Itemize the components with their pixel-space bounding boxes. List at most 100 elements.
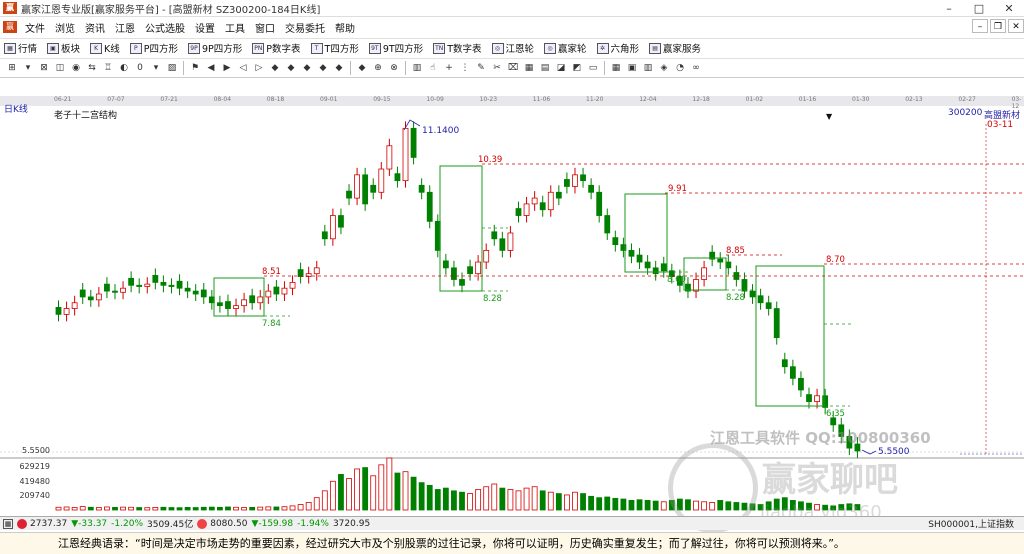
candle-body [467,266,473,275]
toolbar-tool-icon[interactable]: ⚑ [189,62,201,74]
toolbar-tool-icon[interactable]: ◀ [205,62,217,74]
toolbar-tool-icon[interactable]: ♖ [102,62,114,74]
toolbar-tool-icon[interactable]: ◩ [571,62,583,74]
toolbar-tool-icon[interactable]: ▨ [166,62,178,74]
toolbar-tool-icon[interactable]: ⋮ [459,62,471,74]
volume-bar [63,506,70,511]
funcbar-label: 江恩轮 [505,44,535,55]
mdi-restore-button[interactable]: ❐ [990,19,1006,33]
sz-index-value[interactable]: 8080.50 [210,519,247,529]
volume-bar [475,489,482,511]
candle-body [257,296,264,304]
funcbar-item-12[interactable]: ▤ 赢家服务 [645,41,701,55]
sh-index-value[interactable]: 2737.37 [30,519,67,529]
toolbar-tool-icon[interactable]: ◁ [237,62,249,74]
grid-icon[interactable]: ▦ [3,518,13,529]
toolbar-tool-icon[interactable]: ⇆ [86,62,98,74]
toolbar-tool-icon[interactable]: ▷ [253,62,265,74]
toolbar-tool-icon[interactable]: ∞ [690,62,702,74]
volume-bar [523,487,530,511]
candle-body [128,277,135,286]
toolbar-tool-icon[interactable]: ◆ [356,62,368,74]
toolbar-tool-icon[interactable]: ✎ [475,62,487,74]
menu-settings[interactable]: 设置 [190,20,220,35]
toolbar-tool-icon[interactable]: ◆ [301,62,313,74]
toolbar-tool-icon[interactable]: ◪ [555,62,567,74]
funcbar-item-3[interactable]: P P四方形 [126,41,178,55]
funcbar-item-1[interactable]: ▣ 板块 [43,41,80,55]
toolbar-tool-icon[interactable]: + [443,62,455,74]
toolbar-tool-icon[interactable]: ▥ [411,62,423,74]
menu-help[interactable]: 帮助 [330,20,360,35]
funcbar-item-0[interactable]: ▦ 行情 [0,41,37,55]
volume-bar [418,482,425,511]
toolbar-tool-icon[interactable]: ▣ [626,62,638,74]
menu-formula[interactable]: 公式选股 [140,20,190,35]
toolbar-tool-icon[interactable]: ▾ [150,62,162,74]
toolbar-tool-icon[interactable]: ▦ [610,62,622,74]
toolbar-tool-icon[interactable]: ◔ [674,62,686,74]
toolbar-tool-icon[interactable]: ⌧ [507,62,519,74]
volume-bar [547,491,554,511]
toolbar-tool-icon[interactable]: ◆ [285,62,297,74]
menu-trade[interactable]: 交易委托 [280,20,330,35]
volume-bar [370,475,377,511]
toolbar-tool-icon[interactable]: ◆ [269,62,281,74]
toolbar-tool-icon[interactable]: ◉ [70,62,82,74]
maximize-button[interactable]: □ [964,2,994,15]
funcbar-item-8[interactable]: TN T数字表 [429,41,482,55]
toolbar-tool-icon[interactable]: ◆ [317,62,329,74]
menu-file[interactable]: 文件 [20,20,50,35]
toolbar-tool-icon[interactable]: ⊠ [38,62,50,74]
volume-bar [120,506,126,511]
toolbar-tool-icon[interactable]: ◈ [658,62,670,74]
candle-body [507,232,514,251]
toolbar-tool-icon[interactable]: ☝ [427,62,439,74]
funcbar-item-6[interactable]: T T四方形 [307,41,359,55]
toolbar-tool-icon[interactable]: ⊞ [6,62,18,74]
candle-body [168,284,175,287]
funcbar-label: 行情 [18,44,38,55]
mdi-minimize-button[interactable]: – [972,19,988,33]
funcbar-item-11[interactable]: ✲ 六角形 [593,41,639,55]
menu-gann[interactable]: 江恩 [110,20,140,35]
date-tick: 09-01 [320,96,338,103]
toolbar-tool-icon[interactable]: ▤ [539,62,551,74]
volume-bar [104,506,110,511]
mdi-close-button[interactable]: ✕ [1008,19,1024,33]
candle-body [491,231,498,240]
toolbar-tool-icon[interactable]: ✂ [491,62,503,74]
funcbar-item-9[interactable]: ◎ 江恩轮 [488,41,535,55]
volume-bar [112,506,118,511]
funcbar-item-4[interactable]: 9P 9P四方形 [184,41,242,55]
close-button[interactable]: ✕ [994,2,1024,15]
funcbar-item-7[interactable]: 9T 9T四方形 [365,41,423,55]
menu-window[interactable]: 窗口 [250,20,280,35]
candle-body [459,279,465,286]
toolbar-tool-icon[interactable]: ▦ [523,62,535,74]
funcbar-item-2[interactable]: K K线 [86,41,120,55]
menu-browse[interactable]: 浏览 [50,20,80,35]
volume-bar [628,500,635,511]
toolbar-tool-icon[interactable]: ◫ [54,62,66,74]
minimize-button[interactable]: – [934,2,964,15]
volume-bar [192,507,199,511]
menu-tools[interactable]: 工具 [220,20,250,35]
candle-body [160,281,167,286]
funcbar-item-5[interactable]: PN P数字表 [248,41,301,55]
toolbar-tool-icon[interactable]: ▾ [22,62,34,74]
menu-info[interactable]: 资讯 [80,20,110,35]
toolbar-tool-icon[interactable]: ⊗ [388,62,400,74]
toolbar-tool-icon[interactable]: ◆ [333,62,345,74]
toolbar-separator [604,61,605,75]
toolbar-tool-icon[interactable]: 0 [134,62,146,74]
toolbar-tool-icon[interactable]: ⊕ [372,62,384,74]
current-index-label[interactable]: SH000001,上证指数 [928,517,1014,530]
funcbar-item-10[interactable]: ◎ 赢家轮 [540,41,587,55]
toolbar-tool-icon[interactable]: ▭ [587,62,599,74]
high-price-label: 11.1400 [422,126,459,136]
toolbar-tool-icon[interactable]: ▥ [642,62,654,74]
toolbar-tool-icon[interactable]: ▶ [221,62,233,74]
toolbar-tool-icon[interactable]: ◐ [118,62,130,74]
title-bar: 赢 赢家江恩专业版[赢家服务平台] - [高盟新材 SZ300200-184日K… [0,0,1024,17]
